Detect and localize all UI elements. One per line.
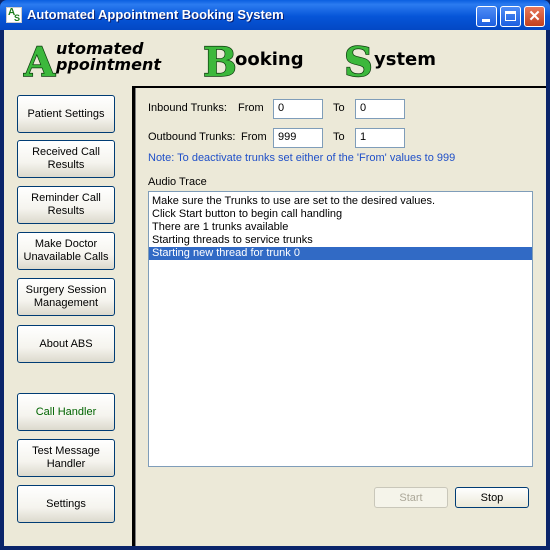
- minimize-icon: [482, 19, 490, 22]
- make-doctor-unavailable-calls-button[interactable]: Make Doctor Unavailable Calls: [17, 232, 115, 270]
- reminder-call-results-button[interactable]: Reminder Call Results: [17, 186, 115, 224]
- inbound-from-label: From: [238, 102, 264, 114]
- inbound-to-field[interactable]: 0: [355, 99, 405, 119]
- app-icon[interactable]: A S: [6, 7, 22, 23]
- stop-button[interactable]: Stop: [455, 487, 529, 508]
- logo-banner: A utomated ppointment B ooking S ystem: [22, 38, 436, 80]
- settings-button[interactable]: Settings: [17, 485, 115, 523]
- list-item[interactable]: Make sure the Trunks to use are set to t…: [149, 195, 532, 208]
- logo-word-ystem: ystem: [374, 49, 436, 70]
- about-abs-button[interactable]: About ABS: [17, 325, 115, 363]
- client-area: A utomated ppointment B ooking S ystem P…: [4, 30, 546, 546]
- logo-initial-a: A: [23, 39, 56, 80]
- logo-initial-s: S: [344, 39, 373, 80]
- list-item[interactable]: Click Start button to begin call handlin…: [149, 208, 532, 221]
- logo-word-ppointment: ppointment: [55, 55, 162, 74]
- minimize-button[interactable]: [476, 6, 497, 27]
- audio-trace-label: Audio Trace: [148, 176, 207, 188]
- inbound-from-field[interactable]: 0: [273, 99, 323, 119]
- outbound-trunks-label: Outbound Trunks:: [148, 131, 236, 143]
- list-item-selected[interactable]: Starting new thread for trunk 0: [149, 247, 532, 260]
- close-button[interactable]: ✕: [524, 6, 545, 27]
- outbound-from-field[interactable]: 999: [273, 128, 323, 148]
- test-message-handler-button[interactable]: Test Message Handler: [17, 439, 115, 477]
- surgery-session-management-button[interactable]: Surgery Session Management: [17, 278, 115, 316]
- vertical-separator: [132, 86, 136, 546]
- maximize-icon: [505, 11, 516, 21]
- title-bar[interactable]: A S Automated Appointment Booking System…: [0, 0, 550, 30]
- outbound-from-label: From: [241, 131, 267, 143]
- list-item[interactable]: Starting threads to service trunks: [149, 234, 532, 247]
- start-button[interactable]: Start: [374, 487, 448, 508]
- audio-trace-list[interactable]: Make sure the Trunks to use are set to t…: [148, 191, 533, 467]
- maximize-button[interactable]: [500, 6, 521, 27]
- logo-word-ooking: ooking: [235, 49, 304, 70]
- close-icon: ✕: [528, 8, 541, 25]
- call-handler-button[interactable]: Call Handler: [17, 393, 115, 431]
- list-item[interactable]: There are 1 trunks available: [149, 221, 532, 234]
- inbound-to-label: To: [333, 102, 345, 114]
- outbound-to-label: To: [333, 131, 345, 143]
- app-window: A S Automated Appointment Booking System…: [0, 0, 550, 550]
- horizontal-separator: [132, 86, 546, 88]
- window-title: Automated Appointment Booking System: [27, 7, 284, 22]
- deactivate-note: Note: To deactivate trunks set either of…: [148, 152, 456, 164]
- received-call-results-button[interactable]: Received Call Results: [17, 140, 115, 178]
- outbound-to-field[interactable]: 1: [355, 128, 405, 148]
- patient-settings-button[interactable]: Patient Settings: [17, 95, 115, 133]
- inbound-trunks-label: Inbound Trunks:: [148, 102, 227, 114]
- logo-initial-b: B: [203, 39, 237, 80]
